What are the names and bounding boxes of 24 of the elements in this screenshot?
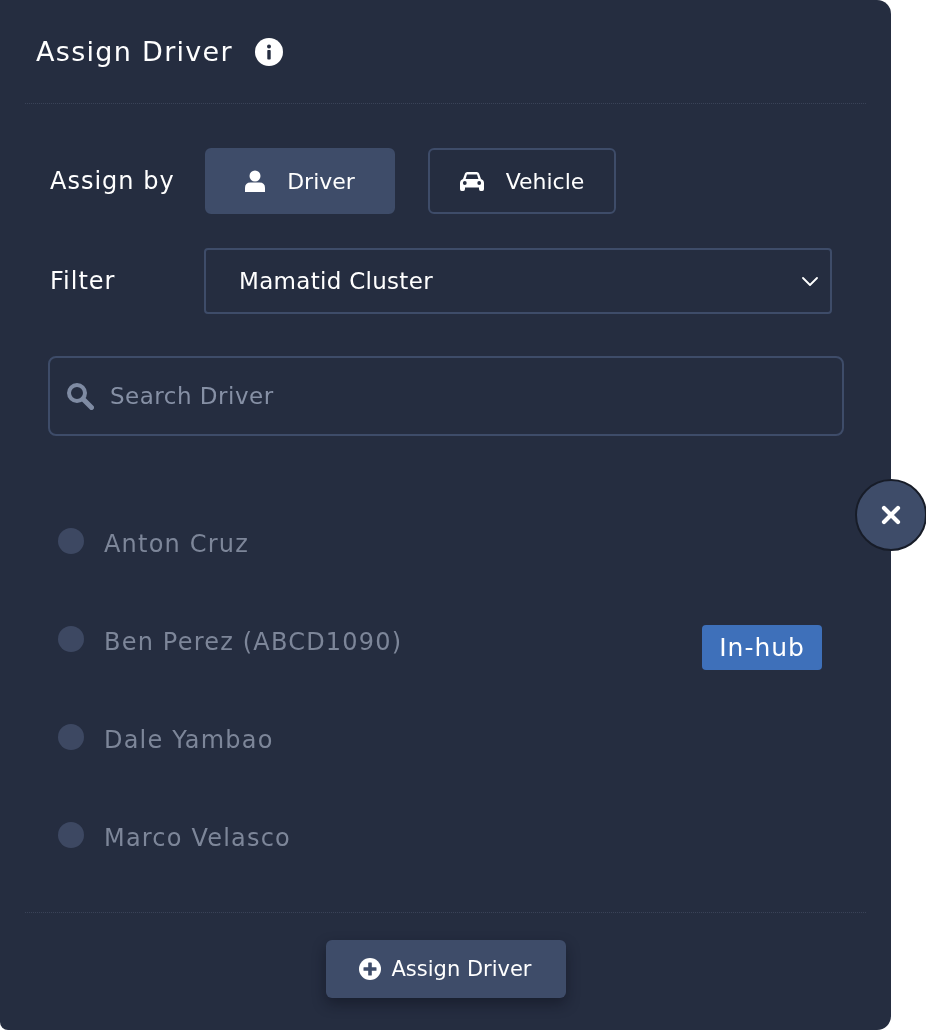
close-icon [881, 505, 901, 525]
driver-name[interactable]: Ben Perez (ABCD1090) [104, 628, 403, 656]
driver-name[interactable]: Marco Velasco [104, 824, 291, 852]
driver-name[interactable]: Anton Cruz [104, 530, 249, 558]
plus-circle-icon [359, 958, 382, 980]
search-icon [66, 382, 94, 410]
assign-by-label: Assign by [50, 167, 176, 195]
filter-label: Filter [50, 267, 117, 295]
status-badge: In-hub [702, 624, 822, 670]
assign-driver-button[interactable]: Assign Driver [325, 940, 566, 998]
radio-button[interactable] [58, 626, 84, 652]
assign-mode-tab[interactable]: Vehicle [428, 148, 616, 214]
radio-button[interactable] [58, 724, 84, 750]
search-field[interactable]: Search Driver [48, 356, 844, 436]
assign-mode-tab[interactable]: Driver [205, 148, 395, 214]
dialog-title: Assign Driver [36, 36, 233, 67]
person-icon [245, 170, 266, 192]
filter-select[interactable]: Mamatid Cluster [204, 248, 832, 314]
driver-name[interactable]: Dale Yambao [104, 726, 274, 754]
chevron-down-icon [802, 276, 818, 286]
radio-button[interactable] [58, 528, 84, 554]
car-icon [459, 171, 484, 191]
radio-button[interactable] [58, 822, 84, 848]
info-icon[interactable] [254, 37, 283, 66]
